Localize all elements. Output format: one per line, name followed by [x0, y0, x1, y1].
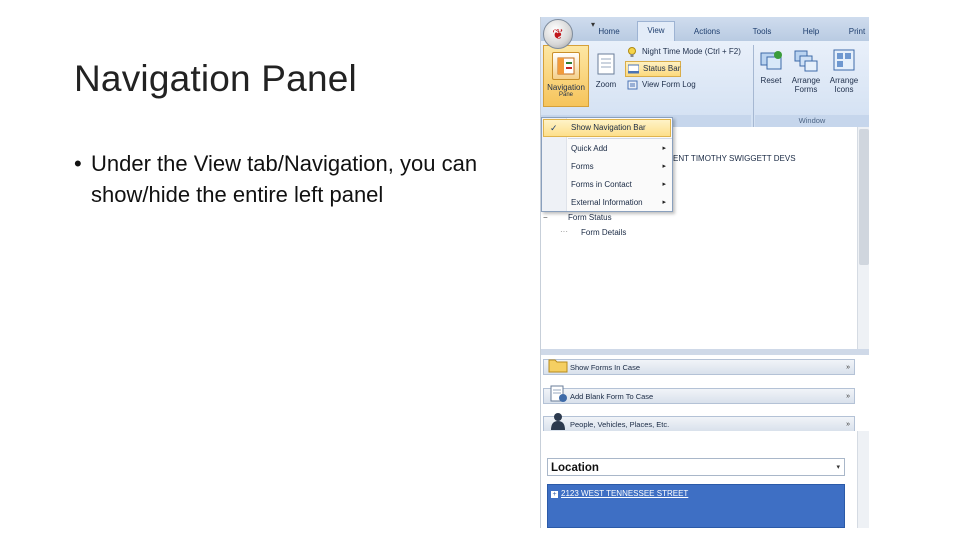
- zoom-label: Zoom: [595, 80, 617, 89]
- tree-item-form-status[interactable]: Form Status: [568, 213, 612, 222]
- show-forms-in-case-panel-header[interactable]: Show Forms In Case »: [543, 359, 855, 375]
- location-row[interactable]: +2123 WEST TENNESSEE STREET: [551, 489, 688, 498]
- location-select-value: Location: [551, 462, 599, 474]
- menu-item-forms[interactable]: Forms ▸: [542, 158, 672, 176]
- chevron-down-icon: ▾: [836, 464, 840, 471]
- navigation-pane-button[interactable]: Navigation Pane: [543, 45, 589, 107]
- menu-item-external-information[interactable]: External Information ▸: [542, 194, 672, 212]
- expand-icon: »: [846, 364, 850, 371]
- checkmark-icon: ✓: [550, 123, 558, 133]
- menu-item-label: Forms: [571, 162, 594, 171]
- location-address: 2123 WEST TENNESSEE STREET: [561, 489, 689, 498]
- reset-label: Reset: [760, 76, 782, 85]
- expand-icon: »: [846, 393, 850, 400]
- lower-vertical-scrollbar[interactable]: [857, 431, 869, 528]
- arrange-forms-label: Arrange Forms: [791, 76, 821, 94]
- status-bar-label: Status Bar: [643, 64, 681, 73]
- submenu-arrow-icon: ▸: [662, 199, 666, 206]
- menu-item-label: Quick Add: [571, 144, 608, 153]
- people-vehicles-places-panel-header[interactable]: People, Vehicles, Places, Etc. »: [543, 413, 855, 432]
- bullet-text: Under the View tab/Navigation, you can s…: [91, 151, 478, 207]
- navigation-pane-icon: [552, 52, 580, 80]
- tree-toggle-icon[interactable]: −: [543, 214, 551, 222]
- bullet-list: • Under the View tab/Navigation, you can…: [74, 148, 494, 210]
- scrollbar-thumb[interactable]: [859, 129, 869, 265]
- submenu-arrow-icon: ▸: [662, 163, 666, 170]
- application-orb-button[interactable]: ❦: [543, 19, 573, 49]
- menu-separator: [568, 138, 672, 139]
- paw-logo-icon: ❦: [552, 26, 564, 42]
- night-time-mode-command[interactable]: Night Time Mode (Ctrl + F2): [625, 45, 741, 59]
- person-icon: [551, 413, 565, 430]
- arrange-forms-icon: [793, 47, 819, 73]
- bullet-dot: •: [74, 151, 82, 176]
- submenu-arrow-icon: ▸: [662, 145, 666, 152]
- reset-icon: [758, 47, 784, 73]
- add-blank-form-panel-header[interactable]: Add Blank Form To Case »: [543, 385, 855, 404]
- menu-item-forms-in-contact[interactable]: Forms in Contact ▸: [542, 176, 672, 194]
- tab-home[interactable]: Home: [591, 23, 627, 41]
- arrange-icons-icon: [831, 47, 857, 73]
- content-header-text: ENT TIMOTHY SWIGGETT DEVS: [673, 154, 796, 163]
- panel-title: Add Blank Form To Case: [570, 392, 654, 401]
- folder-icon: [548, 359, 568, 373]
- tab-print[interactable]: Print: [843, 23, 869, 41]
- panel-splitter[interactable]: [541, 349, 869, 355]
- window-group-label: Window: [755, 115, 869, 127]
- status-bar-command[interactable]: Status Bar: [625, 61, 682, 77]
- arrange-icons-button[interactable]: Arrange Icons: [827, 47, 861, 94]
- form-log-icon: [627, 80, 638, 90]
- view-form-log-label: View Form Log: [642, 80, 696, 89]
- submenu-arrow-icon: ▸: [662, 181, 666, 188]
- location-select[interactable]: Location ▾: [547, 458, 845, 476]
- navigation-pane-label: Navigation: [547, 83, 585, 92]
- reset-button[interactable]: Reset: [757, 47, 785, 85]
- slide-title: Navigation Panel: [74, 58, 357, 99]
- tree-item-form-details[interactable]: Form Details: [581, 228, 626, 237]
- tab-tools[interactable]: Tools: [745, 23, 779, 41]
- status-bar-icon: [628, 64, 639, 74]
- panel-title: People, Vehicles, Places, Etc.: [570, 420, 670, 429]
- menu-item-show-navigation-bar[interactable]: ✓ Show Navigation Bar: [543, 119, 671, 137]
- ribbon-group-separator: [753, 45, 754, 127]
- ribbon: Navigation Pane Zoom Night Time Mode (Ct…: [541, 41, 869, 128]
- app-screenshot: ▾ Home View Actions Tools Help Print ❦ N…: [540, 17, 869, 528]
- menu-item-label: Forms in Contact: [571, 180, 632, 189]
- expand-plus-icon[interactable]: +: [551, 491, 558, 498]
- zoom-icon: [593, 51, 619, 77]
- tree-connector: ···: [560, 227, 568, 236]
- navigation-dropdown-menu: ✓ Show Navigation Bar Quick Add ▸ Forms …: [541, 117, 673, 212]
- tab-actions[interactable]: Actions: [687, 23, 727, 41]
- arrange-forms-button[interactable]: Arrange Forms: [789, 47, 823, 94]
- menu-item-label: External Information: [571, 198, 643, 207]
- menu-item-quick-add[interactable]: Quick Add ▸: [542, 140, 672, 158]
- lightbulb-icon: [628, 47, 636, 57]
- tab-help[interactable]: Help: [795, 23, 827, 41]
- content-vertical-scrollbar[interactable]: [857, 127, 869, 349]
- navigation-pane-sublabel: Pane: [558, 92, 573, 98]
- add-form-icon: [550, 385, 567, 402]
- ribbon-tab-bar: ▾ Home View Actions Tools Help Print: [541, 17, 869, 42]
- menu-item-label: Show Navigation Bar: [571, 123, 646, 132]
- arrange-icons-label: Arrange Icons: [829, 76, 859, 94]
- tab-view[interactable]: View: [637, 21, 675, 42]
- panel-title: Show Forms In Case: [570, 363, 641, 372]
- location-list: +2123 WEST TENNESSEE STREET: [547, 484, 845, 528]
- view-form-log-command[interactable]: View Form Log: [625, 78, 696, 92]
- night-time-mode-label: Night Time Mode (Ctrl + F2): [642, 47, 741, 56]
- zoom-button[interactable]: Zoom: [591, 45, 621, 89]
